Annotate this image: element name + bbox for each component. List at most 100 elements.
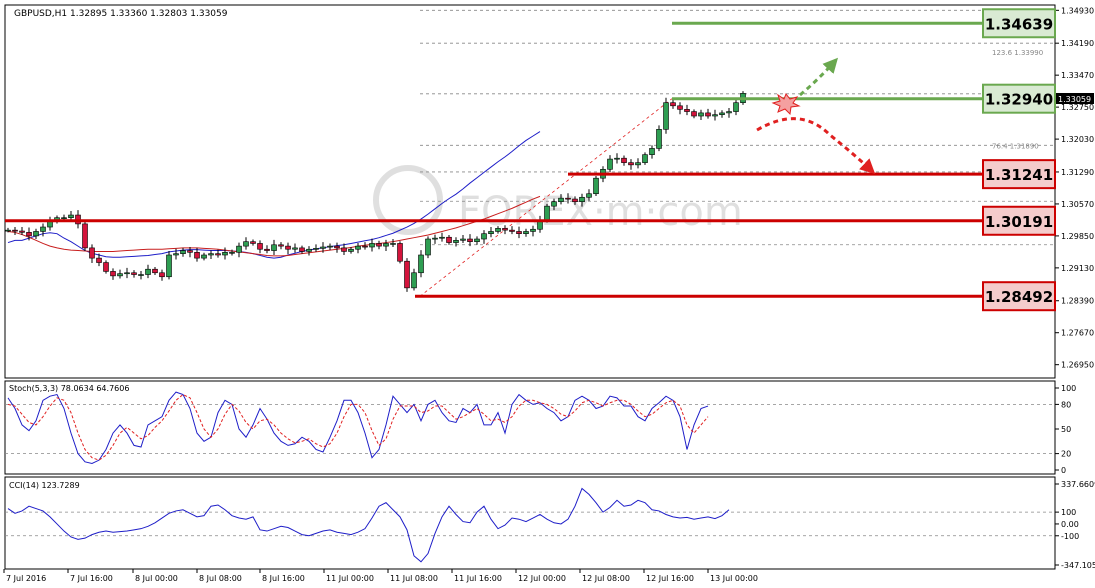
candle-body-down <box>467 238 473 242</box>
candle-body-up <box>306 248 312 252</box>
candle-body-up <box>495 228 501 232</box>
cci-tick-label: 100 <box>1061 508 1076 517</box>
candle-body-down <box>677 105 683 110</box>
candle-body-down <box>187 250 193 253</box>
time-tick-label: 8 Jul 00:00 <box>135 574 178 583</box>
candle-body-down <box>285 245 291 250</box>
candle-body-down <box>621 157 627 163</box>
candle-body-down <box>705 112 711 117</box>
time-tick-label: 13 Jul 00:00 <box>710 574 758 583</box>
candle-body-down <box>362 245 368 248</box>
candle-body-down <box>397 243 403 262</box>
candle-body-down <box>516 231 522 234</box>
candle-body-up <box>425 238 431 256</box>
candle-body-up <box>656 129 662 149</box>
candle-body-up <box>544 205 550 221</box>
price-tick-label: 1.27670 <box>1061 329 1094 338</box>
fibonacci-label: 76.4 1.31890 <box>992 142 1039 150</box>
candle-body-up <box>145 268 151 275</box>
candle-body-up <box>243 241 249 247</box>
candle-body-down <box>264 248 270 251</box>
candle-body-up <box>383 243 389 247</box>
candle-body-up <box>432 237 438 240</box>
price-tick-label: 1.26950 <box>1061 361 1094 370</box>
candle-body-down <box>341 247 347 252</box>
stoch-title: Stoch(5,3,3) 78.0634 64.7606 <box>9 384 129 393</box>
candle-body-up <box>229 252 235 254</box>
candle-body-up <box>523 231 529 234</box>
candle-body-down <box>96 257 102 263</box>
candle-body-up <box>649 148 655 155</box>
stoch-tick-label: 20 <box>1061 450 1071 459</box>
time-tick-label: 8 Jul 16:00 <box>262 574 305 583</box>
candle-body-up <box>418 254 424 274</box>
price-tick-label: 1.30570 <box>1061 200 1094 209</box>
candle-body-up <box>292 247 298 250</box>
time-axis: 7 Jul 2016 7 Jul 16:00 8 Jul 00:00 8 Jul 08… <box>3 569 758 583</box>
candle-body-up <box>5 229 11 232</box>
candle-body-up <box>558 197 564 203</box>
cci-tick-label: -100 <box>1061 532 1079 541</box>
candle-body-down <box>26 232 32 237</box>
candle-body-up <box>530 228 536 232</box>
candle-body-up <box>327 245 333 248</box>
candle-body-up <box>439 236 445 239</box>
price-tick-label: 1.29850 <box>1061 232 1094 241</box>
candle-body-down <box>684 109 690 112</box>
candle-body-up <box>117 273 123 277</box>
candle-body-down <box>89 247 95 259</box>
candle-body-up <box>173 253 179 256</box>
candle-body-up <box>593 177 599 195</box>
time-tick-label: 11 Jul 16:00 <box>454 574 502 583</box>
candle-body-up <box>138 274 144 276</box>
candle-body-up <box>607 158 613 170</box>
candle-body-up <box>369 243 375 248</box>
candle-body-up <box>712 114 718 117</box>
price-axis: 1.34930 1.34190 1.33470 1.32750 1.32030 1.312… <box>1055 6 1094 370</box>
cci-panel <box>4 476 1056 570</box>
price-tick-label: 1.34190 <box>1061 39 1094 48</box>
candle-body-up <box>208 253 214 256</box>
candle-body-down <box>299 247 305 252</box>
candle-body-up <box>698 112 704 117</box>
candle-body-down <box>278 244 284 247</box>
candle-body-down <box>509 229 515 232</box>
candle-body-down <box>131 272 137 275</box>
stoch-tick-label: 50 <box>1061 425 1071 434</box>
candle-body-up <box>271 244 277 251</box>
cci-tick-label: 337.6609 <box>1061 480 1095 489</box>
candle-body-down <box>250 241 256 244</box>
candle-body-up <box>411 272 417 289</box>
candle-body-up <box>61 217 67 219</box>
level-label: 1.30191 <box>985 213 1053 231</box>
candle-body-up <box>488 231 494 234</box>
candle-body-up <box>68 214 74 218</box>
level-label: 1.34639 <box>985 15 1053 33</box>
level-label: 1.31241 <box>985 166 1053 184</box>
candle-body-up <box>474 238 480 242</box>
candle-body-down <box>12 229 18 232</box>
candle-body-up <box>733 102 739 112</box>
candle-body-up <box>614 157 620 160</box>
level-label: 1.32940 <box>985 91 1053 109</box>
candle-body-down <box>572 198 578 203</box>
candle-body-up <box>40 226 46 232</box>
candle-body-up <box>33 231 39 237</box>
candle-body-down <box>110 271 116 277</box>
candle-body-down <box>194 252 200 259</box>
candle <box>103 260 109 274</box>
candle-body-down <box>103 262 109 272</box>
time-tick-label: 12 Jul 08:00 <box>582 574 630 583</box>
time-tick-label: 7 Jul 16:00 <box>70 574 113 583</box>
candle <box>82 221 88 252</box>
candle <box>425 236 431 259</box>
time-tick-label: 12 Jul 16:00 <box>646 574 694 583</box>
price-tick-label: 1.31290 <box>1061 168 1094 177</box>
level-label: 1.28492 <box>985 288 1053 306</box>
candle-body-down <box>215 253 221 256</box>
candle-body-down <box>691 111 697 117</box>
candle-body-up <box>236 245 242 253</box>
fibonacci-label: 123.6 1.33990 <box>992 49 1043 57</box>
candle-body-up <box>586 193 592 198</box>
candle-body-up <box>180 250 186 254</box>
